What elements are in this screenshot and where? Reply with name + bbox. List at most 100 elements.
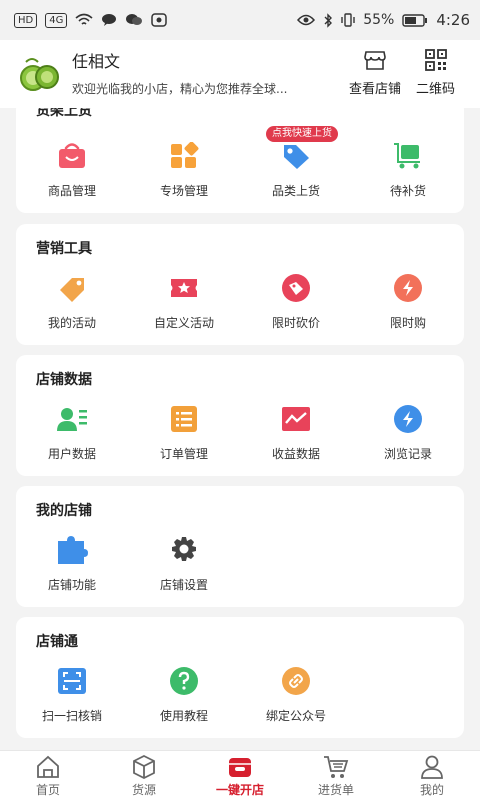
restock-button[interactable]: 待补货 [352, 136, 464, 206]
item-label: 我的活动 [47, 316, 96, 330]
help-icon [168, 665, 200, 697]
scan-icon [56, 665, 88, 697]
activity-tag-icon [56, 272, 88, 304]
item-label: 绑定公众号 [265, 709, 326, 723]
item-label: 品类上货 [271, 184, 320, 198]
browse-history-button[interactable]: 浏览记录 [352, 399, 464, 469]
open-store-icon [229, 758, 251, 777]
item-label: 限时购 [389, 316, 426, 330]
tab-label: 一键开店 [215, 783, 264, 797]
product-management-button[interactable]: 商品管理 [16, 136, 128, 206]
card-grid: 商品管理 专场管理 品类上货 待补货 [16, 136, 464, 206]
app-icon [151, 13, 168, 27]
status-right: 55% 4:26 [297, 11, 470, 29]
wechat-icon [126, 14, 143, 25]
category-stock-button[interactable]: 品类上货 [240, 136, 352, 206]
clock: 4:26 [436, 11, 470, 29]
cart-icon [392, 140, 424, 172]
qr-code-button[interactable]: 二维码 [416, 48, 455, 97]
item-label: 店铺设置 [159, 578, 208, 592]
card-marketing: 营销工具 我的活动 自定义活动 限时砍价 限时购 [16, 224, 464, 345]
scan-verify-button[interactable]: 扫一扫核销 [16, 661, 128, 731]
item-label: 订单管理 [159, 447, 208, 461]
tab-label: 首页 [35, 783, 60, 797]
shopping-bag-icon [56, 140, 88, 172]
chart-icon [280, 403, 312, 435]
card-store-connect: 店铺通 扫一扫核销 使用教程 绑定公众号 [16, 617, 464, 738]
tab-label: 进货单 [317, 783, 354, 797]
vibrate-icon [341, 13, 355, 27]
purchase-cart-icon [324, 756, 349, 778]
order-management-button[interactable]: 订单管理 [128, 399, 240, 469]
flash-sale-button[interactable]: 限时购 [352, 268, 464, 338]
user-card-icon [56, 403, 88, 435]
tab-purchase-list[interactable]: 进货单 [288, 751, 384, 800]
profile-icon [421, 755, 443, 779]
timed-bargain-button[interactable]: 限时砍价 [240, 268, 352, 338]
bluetooth-icon [324, 12, 333, 28]
qr-code-icon [424, 49, 447, 71]
revenue-data-button[interactable]: 收益数据 [240, 399, 352, 469]
view-store-label: 查看店铺 [349, 82, 402, 97]
battery-icon [402, 13, 428, 27]
tab-mine[interactable]: 我的 [384, 751, 480, 800]
lime-image-icon [20, 58, 59, 91]
user-data-button[interactable]: 用户数据 [16, 399, 128, 469]
item-label: 自定义活动 [153, 316, 214, 330]
card-grid: 用户数据 订单管理 收益数据 浏览记录 [16, 399, 464, 469]
item-label: 店铺功能 [47, 578, 96, 592]
item-label: 收益数据 [271, 447, 320, 461]
tutorial-button[interactable]: 使用教程 [128, 661, 240, 731]
item-label: 专场管理 [159, 184, 208, 198]
special-management-button[interactable]: 专场管理 [128, 136, 240, 206]
dashboard-content[interactable]: 货架上货 点我快速上货 商品管理 专场管理 品类上货 待补货 营销工具 我的活动… [0, 108, 480, 750]
link-icon [280, 665, 312, 697]
flash-icon [392, 272, 424, 304]
tab-open-store[interactable]: 一键开店 [192, 751, 288, 800]
card-grid: 店铺功能 店铺设置 [16, 530, 464, 600]
item-label: 浏览记录 [383, 447, 432, 461]
tab-label: 我的 [419, 783, 444, 797]
network-indicator: 4G [45, 12, 68, 28]
puzzle-icon [56, 534, 88, 566]
order-list-icon [168, 403, 200, 435]
wifi-icon [75, 13, 93, 25]
card-title: 店铺通 [36, 634, 78, 650]
tab-supply[interactable]: 货源 [96, 751, 192, 800]
item-label: 使用教程 [159, 709, 208, 723]
lightning-circle-icon [392, 403, 424, 435]
card-title: 店铺数据 [36, 372, 92, 388]
home-icon [37, 755, 59, 778]
box-icon [133, 754, 155, 780]
card-my-store: 我的店铺 店铺功能 店铺设置 [16, 486, 464, 607]
ticket-star-icon [168, 272, 200, 304]
card-title: 我的店铺 [36, 503, 92, 519]
store-settings-button[interactable]: 店铺设置 [128, 530, 240, 600]
my-activity-button[interactable]: 我的活动 [16, 268, 128, 338]
item-label: 扫一扫核销 [41, 709, 102, 723]
shop-description: 欢迎光临我的小店，精心为您推荐全球... [72, 82, 288, 96]
qr-code-label: 二维码 [416, 82, 456, 97]
store-icon [364, 51, 386, 70]
shop-name: 任相文 [72, 52, 121, 71]
bind-official-account-button[interactable]: 绑定公众号 [240, 661, 352, 731]
status-bar: HD 4G 55% 4:26 [0, 0, 480, 40]
card-title: 货架上货 [36, 108, 92, 119]
card-grid: 扫一扫核销 使用教程 绑定公众号 [16, 661, 464, 731]
tab-home[interactable]: 首页 [0, 751, 96, 800]
custom-activity-button[interactable]: 自定义活动 [128, 268, 240, 338]
store-function-button[interactable]: 店铺功能 [16, 530, 128, 600]
tab-label: 货源 [131, 783, 156, 797]
status-left: HD 4G [14, 12, 168, 28]
eye-icon [297, 14, 316, 26]
view-store-button[interactable]: 查看店铺 [349, 48, 401, 97]
card-title: 营销工具 [36, 241, 92, 257]
discount-icon [280, 272, 312, 304]
item-label: 商品管理 [47, 184, 96, 198]
bottom-tab-bar: 首页 货源 一键开店 进货单 我的 [0, 750, 480, 800]
shop-avatar[interactable] [18, 52, 62, 96]
grid-icon [168, 140, 200, 172]
gear-icon [168, 534, 200, 566]
item-label: 用户数据 [47, 447, 96, 461]
tag-icon [280, 140, 312, 172]
